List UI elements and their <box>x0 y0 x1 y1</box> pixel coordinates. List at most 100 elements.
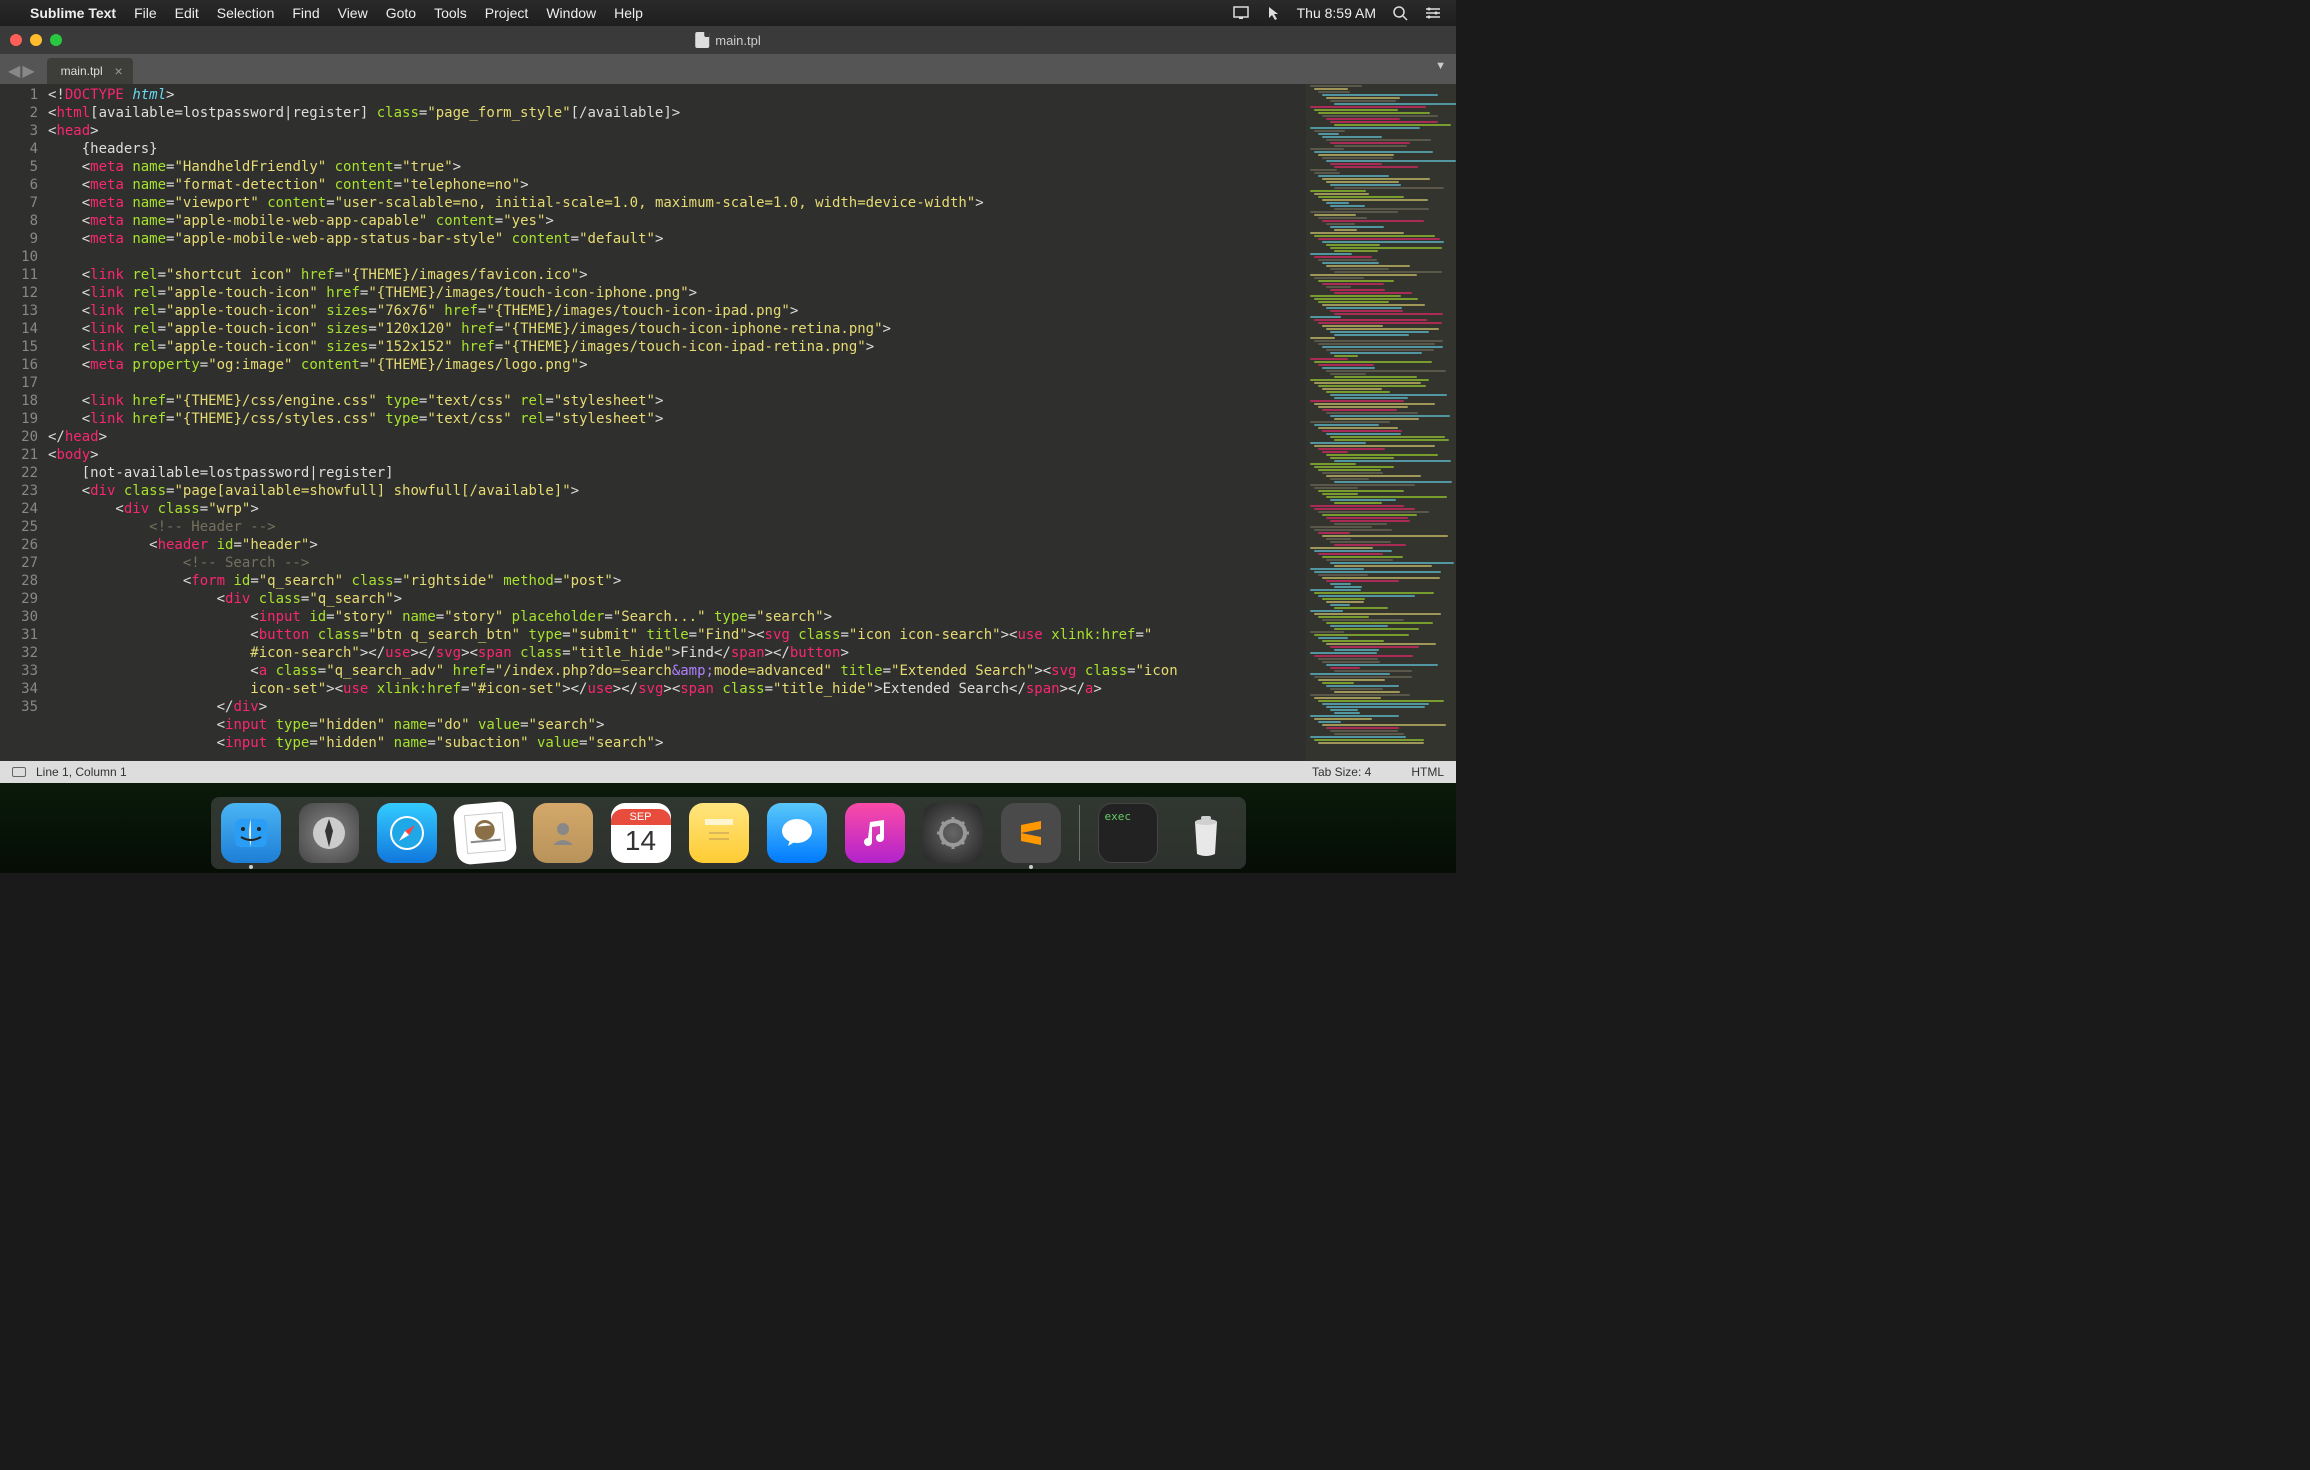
dock-calendar-icon[interactable]: SEP 14 <box>611 803 671 863</box>
dock-safari-icon[interactable] <box>377 803 437 863</box>
macos-menubar: Sublime Text File Edit Selection Find Vi… <box>0 0 1456 26</box>
code-line[interactable]: <meta name="HandheldFriendly" content="t… <box>48 158 1306 176</box>
tab-label: main.tpl <box>61 64 103 78</box>
code-line[interactable]: <meta name="apple-mobile-web-app-capable… <box>48 212 1306 230</box>
line-number: 15 <box>0 338 38 356</box>
code-line[interactable]: <input type="hidden" name="subaction" va… <box>48 734 1306 752</box>
cursor-position[interactable]: Line 1, Column 1 <box>36 765 127 779</box>
code-line[interactable]: <link rel="apple-touch-icon" sizes="120x… <box>48 320 1306 338</box>
dock-sublime-icon[interactable] <box>1001 803 1061 863</box>
line-number: 14 <box>0 320 38 338</box>
line-number-gutter: 1234567891011121314151617181920212223242… <box>0 84 48 761</box>
menu-edit[interactable]: Edit <box>175 5 199 21</box>
code-line[interactable] <box>48 374 1306 392</box>
code-line[interactable]: <div class="wrp"> <box>48 500 1306 518</box>
line-number: 21 <box>0 446 38 464</box>
desktop-background: SEP 14 exec <box>0 783 1456 873</box>
line-number: 32 <box>0 644 38 662</box>
code-line[interactable]: <link href="{THEME}/css/engine.css" type… <box>48 392 1306 410</box>
tab-main-tpl[interactable]: main.tpl × <box>47 58 133 84</box>
panel-toggle-icon[interactable] <box>12 767 26 777</box>
line-number: 8 <box>0 212 38 230</box>
menu-selection[interactable]: Selection <box>217 5 275 21</box>
code-line[interactable]: <head> <box>48 122 1306 140</box>
code-line[interactable]: <form id="q_search" class="rightside" me… <box>48 572 1306 590</box>
calendar-month: SEP <box>611 809 671 825</box>
tab-size[interactable]: Tab Size: 4 <box>1312 765 1371 779</box>
line-number: 20 <box>0 428 38 446</box>
dock-finder-icon[interactable] <box>221 803 281 863</box>
code-line[interactable]: <meta name="apple-mobile-web-app-status-… <box>48 230 1306 248</box>
control-center-icon[interactable] <box>1424 6 1442 20</box>
window-titlebar: main.tpl <box>0 26 1456 54</box>
tab-history-forward-icon[interactable]: ▶ <box>22 64 34 80</box>
code-line[interactable]: <div class="q_search"> <box>48 590 1306 608</box>
dock: SEP 14 exec <box>211 797 1246 869</box>
clock[interactable]: Thu 8:59 AM <box>1297 5 1376 21</box>
menu-window[interactable]: Window <box>546 5 596 21</box>
menu-help[interactable]: Help <box>614 5 643 21</box>
code-line[interactable]: [not-available=lostpassword|register] <box>48 464 1306 482</box>
tab-bar: ◀ ▶ main.tpl × ▼ <box>0 54 1456 84</box>
code-line[interactable]: </head> <box>48 428 1306 446</box>
code-area[interactable]: <!DOCTYPE html><html[available=lostpassw… <box>48 84 1306 761</box>
code-line[interactable]: <meta property="og:image" content="{THEM… <box>48 356 1306 374</box>
code-line[interactable]: <a class="q_search_adv" href="/index.php… <box>48 662 1306 680</box>
menu-find[interactable]: Find <box>292 5 319 21</box>
window-zoom-button[interactable] <box>50 34 62 46</box>
menu-view[interactable]: View <box>338 5 368 21</box>
code-line[interactable]: #icon-search"></use></svg><span class="t… <box>48 644 1306 662</box>
dock-mail-icon[interactable] <box>452 800 517 865</box>
minimap[interactable] <box>1306 84 1456 761</box>
dock-music-icon[interactable] <box>845 803 905 863</box>
dock-contacts-icon[interactable] <box>533 803 593 863</box>
editor: 1234567891011121314151617181920212223242… <box>0 84 1456 761</box>
code-line[interactable]: <link href="{THEME}/css/styles.css" type… <box>48 410 1306 428</box>
app-name[interactable]: Sublime Text <box>30 5 116 21</box>
code-line[interactable]: <header id="header"> <box>48 536 1306 554</box>
code-line[interactable]: {headers} <box>48 140 1306 158</box>
dock-settings-icon[interactable] <box>923 803 983 863</box>
menu-goto[interactable]: Goto <box>386 5 416 21</box>
tab-close-icon[interactable]: × <box>114 63 122 79</box>
code-line[interactable]: <link rel="apple-touch-icon" sizes="152x… <box>48 338 1306 356</box>
code-line[interactable]: <link rel="apple-touch-icon" sizes="76x7… <box>48 302 1306 320</box>
code-line[interactable]: </div> <box>48 698 1306 716</box>
code-line[interactable]: <body> <box>48 446 1306 464</box>
code-line[interactable]: <meta name="format-detection" content="t… <box>48 176 1306 194</box>
code-line[interactable]: <div class="page[available=showfull] sho… <box>48 482 1306 500</box>
dock-messages-icon[interactable] <box>767 803 827 863</box>
status-bar: Line 1, Column 1 Tab Size: 4 HTML <box>0 761 1456 783</box>
display-icon[interactable] <box>1233 6 1251 20</box>
code-line[interactable]: <input type="hidden" name="do" value="se… <box>48 716 1306 734</box>
code-line[interactable]: <input id="story" name="story" placehold… <box>48 608 1306 626</box>
dock-terminal-icon[interactable]: exec <box>1098 803 1158 863</box>
tab-overflow-icon[interactable]: ▼ <box>1435 60 1446 72</box>
line-number: 30 <box>0 608 38 626</box>
menu-tools[interactable]: Tools <box>434 5 467 21</box>
menu-file[interactable]: File <box>134 5 157 21</box>
code-line[interactable]: <link rel="shortcut icon" href="{THEME}/… <box>48 266 1306 284</box>
window-minimize-button[interactable] <box>30 34 42 46</box>
spotlight-icon[interactable] <box>1392 5 1408 21</box>
code-line[interactable]: <!-- Header --> <box>48 518 1306 536</box>
menu-project[interactable]: Project <box>485 5 529 21</box>
window-close-button[interactable] <box>10 34 22 46</box>
code-line[interactable]: <!-- Search --> <box>48 554 1306 572</box>
syntax-mode[interactable]: HTML <box>1411 765 1444 779</box>
dock-notes-icon[interactable] <box>689 803 749 863</box>
dock-launchpad-icon[interactable] <box>299 803 359 863</box>
code-line[interactable]: icon-set"><use xlink:href="#icon-set"></… <box>48 680 1306 698</box>
line-number: 34 <box>0 680 38 698</box>
code-line[interactable]: <meta name="viewport" content="user-scal… <box>48 194 1306 212</box>
code-line[interactable]: <link rel="apple-touch-icon" href="{THEM… <box>48 284 1306 302</box>
document-icon <box>695 32 709 48</box>
line-number: 9 <box>0 230 38 248</box>
tab-history-back-icon[interactable]: ◀ <box>8 64 20 80</box>
code-line[interactable]: <html[available=lostpassword|register] c… <box>48 104 1306 122</box>
cursor-icon[interactable] <box>1267 5 1281 21</box>
code-line[interactable] <box>48 248 1306 266</box>
code-line[interactable]: <button class="btn q_search_btn" type="s… <box>48 626 1306 644</box>
code-line[interactable]: <!DOCTYPE html> <box>48 86 1306 104</box>
dock-trash-icon[interactable] <box>1176 803 1236 863</box>
